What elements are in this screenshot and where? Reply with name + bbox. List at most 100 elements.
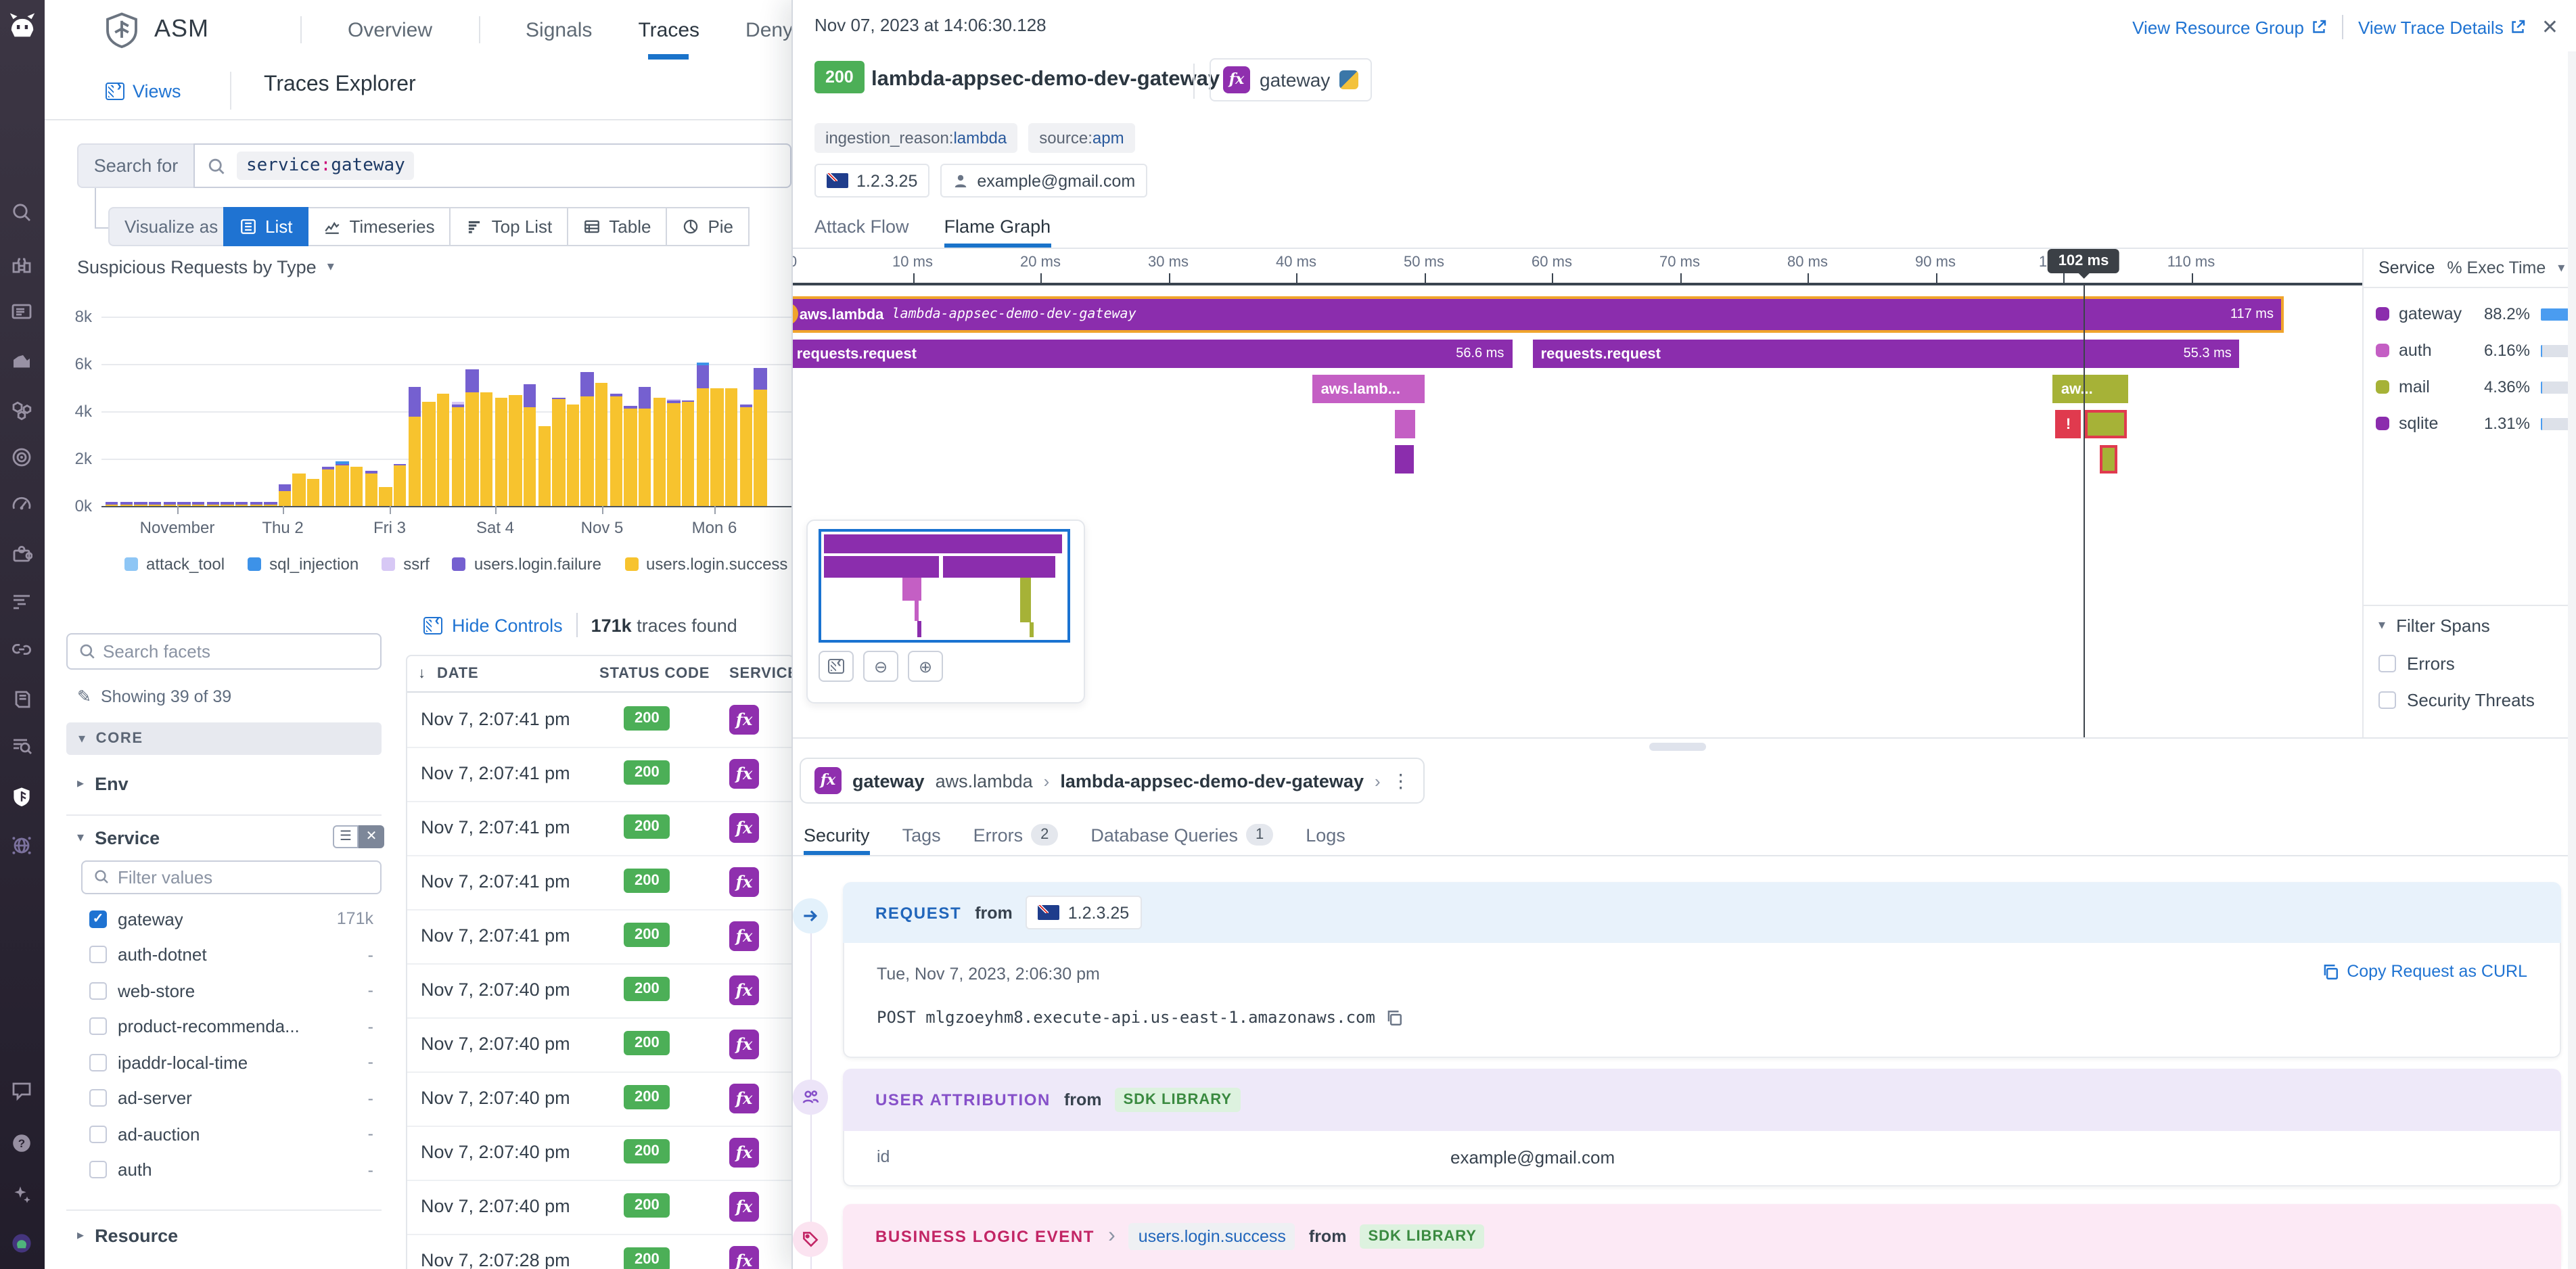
tab-attack-flow[interactable]: Attack Flow: [814, 206, 909, 248]
checkbox[interactable]: [89, 1053, 107, 1071]
facet-value-gateway[interactable]: ✓gateway171k: [66, 901, 382, 936]
chart-bar[interactable]: [696, 363, 709, 506]
checkbox[interactable]: ✓: [89, 910, 107, 927]
chart-bar[interactable]: [423, 402, 436, 506]
table-row[interactable]: Nov 7, 2:07:28 pm200fx: [407, 1234, 793, 1269]
table-row[interactable]: Nov 7, 2:07:41 pm200fx: [407, 747, 793, 802]
chart-bar[interactable]: [235, 502, 248, 506]
nav-tab-traces[interactable]: Traces: [615, 0, 722, 60]
chart-bar[interactable]: [336, 462, 349, 507]
facet-value-ad-auction[interactable]: ad-auction-: [66, 1116, 382, 1151]
chart-bar[interactable]: [279, 485, 292, 507]
business-logic-header[interactable]: BUSINESS LOGIC EVENT › users.login.succe…: [843, 1204, 2561, 1269]
filter-spans-header[interactable]: ▾Filter Spans: [2378, 616, 2490, 636]
table-row[interactable]: Nov 7, 2:07:41 pm200fx: [407, 693, 793, 748]
search-query-chip[interactable]: service:gateway: [237, 152, 415, 180]
request-header[interactable]: REQUEST from 1.2.3.25: [843, 882, 2561, 943]
apm-target-icon[interactable]: [11, 446, 34, 469]
help-icon[interactable]: ?: [11, 1132, 34, 1155]
metrics-icon[interactable]: [11, 349, 34, 372]
event-pill[interactable]: users.login.success: [1129, 1223, 1295, 1250]
search-icon[interactable]: [11, 202, 34, 225]
filter-option-errors[interactable]: Errors: [2378, 653, 2455, 674]
chart-bar[interactable]: [408, 386, 421, 506]
chart-bar[interactable]: [639, 386, 651, 506]
chart-bar[interactable]: [739, 405, 752, 507]
flame-span-requests.request[interactable]: requests.request55.3 ms: [1533, 340, 2240, 368]
detail-tab-tags[interactable]: Tags: [902, 814, 941, 855]
chart-bar[interactable]: [293, 473, 306, 506]
copy-icon[interactable]: [1386, 1009, 1404, 1026]
facet-service[interactable]: ▾Service: [77, 828, 160, 848]
chart-bar[interactable]: [552, 397, 565, 506]
facet-showing[interactable]: ✎Showing 39 of 39: [77, 686, 231, 706]
facet-value-product-recommenda-[interactable]: product-recommenda...-: [66, 1009, 382, 1044]
chart-bar[interactable]: [451, 402, 464, 507]
chart-bar[interactable]: [192, 502, 205, 506]
chart-bar[interactable]: [725, 388, 738, 506]
chart-bar[interactable]: [365, 471, 377, 506]
security-shield-icon[interactable]: [11, 786, 34, 809]
checkbox[interactable]: [2378, 655, 2396, 672]
kebab-menu-icon[interactable]: ⋮: [1392, 769, 1410, 792]
service-exec-row-sqlite[interactable]: sqlite1.31%: [2376, 410, 2573, 437]
facet-value-web-store[interactable]: web-store-: [66, 973, 382, 1008]
integrations-icon[interactable]: [11, 543, 34, 566]
zoom-out-button[interactable]: ⊖: [863, 651, 898, 682]
service-exec-row-gateway[interactable]: gateway88.2%: [2376, 300, 2573, 327]
dashboard-icon[interactable]: [11, 300, 34, 323]
ci-link-icon[interactable]: [11, 639, 34, 662]
filter-option-security-threats[interactable]: Security Threats: [2378, 690, 2535, 710]
chart-bar[interactable]: [480, 392, 493, 506]
filter-values-input[interactable]: [81, 860, 382, 894]
search-input[interactable]: service:gateway: [193, 143, 791, 188]
chart-bar[interactable]: [595, 383, 608, 506]
chart-bar[interactable]: [163, 502, 176, 506]
chart-bar[interactable]: [135, 502, 147, 506]
close-icon[interactable]: ✕: [2542, 15, 2558, 39]
checkbox[interactable]: [89, 1089, 107, 1107]
clear-filter-button[interactable]: ✕: [359, 825, 384, 848]
filter-icon[interactable]: ☰: [333, 825, 359, 848]
chart-bar[interactable]: [682, 400, 695, 506]
copy-request-curl-button[interactable]: Copy Request as CURL: [2321, 962, 2527, 981]
facet-value-auth[interactable]: auth-: [66, 1152, 382, 1187]
chart-title[interactable]: Suspicious Requests by Type▾: [77, 257, 334, 277]
datadog-logo[interactable]: [4, 7, 41, 43]
nav-tab-signals[interactable]: Signals: [503, 0, 615, 60]
visualize-timeseries-button[interactable]: Timeseries: [308, 207, 451, 246]
view-resource-group-link[interactable]: View Resource Group: [2132, 17, 2327, 37]
sort-descending-icon[interactable]: ↓: [418, 666, 426, 682]
chart-bar[interactable]: [206, 502, 219, 506]
user-attribution-header[interactable]: USER ATTRIBUTION from SDK LIBRARY: [843, 1069, 2561, 1131]
chart-bar[interactable]: [466, 370, 479, 506]
network-globe-icon[interactable]: [11, 835, 34, 858]
tag-pill[interactable]: source:apm: [1028, 123, 1134, 153]
views-button[interactable]: Views: [106, 74, 181, 107]
scrollbar[interactable]: [2568, 51, 2576, 1269]
table-row[interactable]: Nov 7, 2:07:40 pm200fx: [407, 1017, 793, 1073]
flame-span-magenta[interactable]: [1395, 410, 1415, 438]
flame-span-aws.lamb...[interactable]: aws.lamb...: [1313, 375, 1425, 403]
sparkles-icon[interactable]: [11, 1184, 34, 1207]
checkbox[interactable]: [2378, 691, 2396, 709]
chart-bar[interactable]: [653, 397, 666, 506]
flame-span-requests.request[interactable]: requests.request56.6 ms: [791, 340, 1512, 368]
chart-bar[interactable]: [120, 502, 133, 506]
chart-bar[interactable]: [178, 502, 191, 506]
chat-icon[interactable]: [11, 1080, 34, 1103]
flame-span-olive[interactable]: [2085, 410, 2127, 438]
tab-flame-graph[interactable]: Flame Graph: [944, 206, 1051, 248]
facet-value-ipaddr-local-time[interactable]: ipaddr-local-time-: [66, 1044, 382, 1080]
visualize-pie-button[interactable]: Pie: [667, 207, 750, 246]
facet-value-mail[interactable]: mail-: [66, 1188, 382, 1193]
flame-span-aws.lambda[interactable]: aws.lambdalambda-appsec-demo-dev-gateway…: [791, 296, 2284, 333]
checkbox[interactable]: [89, 1161, 107, 1178]
avatar-icon[interactable]: [11, 1232, 34, 1255]
chart-bar[interactable]: [437, 394, 450, 506]
legend-item[interactable]: sql_injection: [248, 555, 359, 574]
chart-bar[interactable]: [581, 372, 594, 506]
search-facets-input[interactable]: [66, 633, 382, 670]
ip-pill[interactable]: 1.2.3.25: [1026, 896, 1141, 929]
facet-group-core[interactable]: ▾CORE: [66, 722, 382, 755]
